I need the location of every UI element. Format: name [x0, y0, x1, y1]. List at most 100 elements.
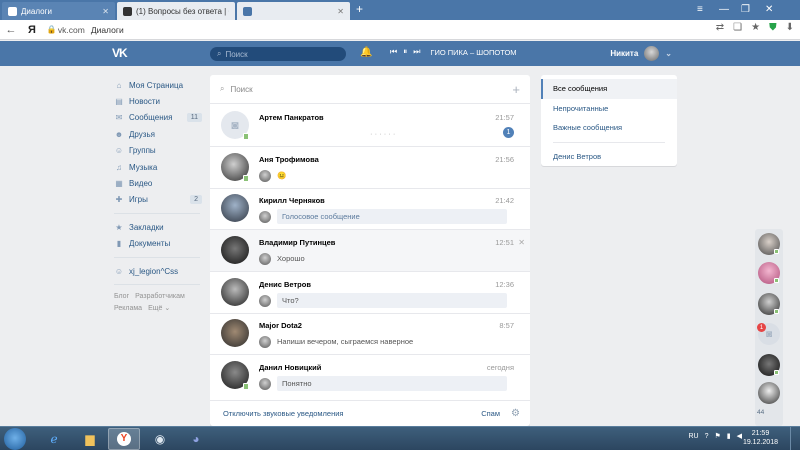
online-indicator	[243, 133, 249, 140]
avatar	[259, 210, 271, 223]
discord-icon[interactable]: ◕	[180, 428, 212, 450]
video-icon: ▦	[115, 179, 123, 189]
sidebar-item-group[interactable]: ☺ xj_legion^Css	[114, 263, 204, 279]
pause-icon[interactable]: ⏸	[403, 47, 407, 57]
new-tab-button[interactable]: +	[356, 2, 363, 16]
dialog-row[interactable]: Денис Ветров 12:36 Что?	[210, 272, 530, 314]
download-icon[interactable]: ⬇	[786, 22, 794, 33]
footer-link-developers[interactable]: Разработчикам	[135, 293, 185, 300]
sidebar-item-friends[interactable]: ☻ Друзья	[114, 126, 204, 142]
folder-icon[interactable]: ▆	[74, 428, 106, 450]
track-title[interactable]: ГИО ПИКА – ШОПОТОМ	[430, 48, 516, 57]
show-desktop-button[interactable]	[790, 427, 800, 450]
dialog-time: 12:36	[495, 280, 514, 289]
dialog-row[interactable]: Major Dota2 8:57 Напиши вечером, сыграем…	[210, 313, 530, 355]
start-button[interactable]	[4, 428, 26, 450]
dialog-row[interactable]: Владимир Путинцев 12:51 ✕ Хорошо	[210, 230, 530, 272]
vk-favicon-icon	[8, 6, 17, 16]
typing-indicator: · · · · · ·	[370, 129, 396, 138]
left-sidebar: ⌂ Моя Страница ▤ Новости ✉ Сообщения 11 ☻ Дру…	[114, 77, 204, 315]
dialog-row[interactable]: ◙ Артем Панкратов 21:57 · · · · · · 1	[210, 105, 530, 147]
url-field[interactable]: vk.com Диалоги	[58, 23, 124, 37]
footer-link-ads[interactable]: Реклама	[114, 305, 142, 312]
system-tray: RU ? ⚑ ▮ ◀	[688, 432, 742, 441]
vk-search-input[interactable]: ⌕ Поиск	[210, 47, 346, 61]
dialog-name: Аня Трофимова	[259, 155, 319, 164]
dialog-row[interactable]: Данил Новицкий сегодня Понятно	[210, 355, 530, 397]
mute-notifications-link[interactable]: Отключить звуковые уведомления	[223, 409, 343, 418]
online-indicator	[774, 309, 779, 314]
sidebar-item-groups[interactable]: ☺ Группы	[114, 143, 204, 159]
menu-icon[interactable]: ≡	[697, 4, 703, 15]
copy-icon[interactable]: ❏	[733, 22, 742, 33]
new-message-icon[interactable]: +	[512, 82, 520, 97]
shield-icon[interactable]: ⛊	[769, 22, 777, 33]
minimize-icon[interactable]: —	[719, 4, 729, 15]
tab-questions[interactable]: (1) Вопросы без ответа | Ст	[117, 2, 235, 20]
sidebar-item-messages[interactable]: ✉ Сообщения 11	[114, 110, 204, 126]
network-icon[interactable]: ▮	[727, 432, 731, 440]
dialogs-search-input[interactable]: ⌕ Поиск +	[210, 75, 530, 104]
previous-track-icon[interactable]: ⏮	[390, 47, 397, 57]
address-bar-tools: ⇄ ❏ ★ ⛊ ⬇	[716, 22, 794, 33]
footer-link-blog[interactable]: Блог	[114, 293, 129, 300]
vk-header: VK ⌕ Поиск 🔔 ⏮ ⏸ ⏭ ГИО ПИКА – ШОПОТОМ Ни…	[0, 41, 800, 66]
ie-icon[interactable]: ℯ	[38, 428, 70, 450]
message-text: 😐	[277, 171, 287, 180]
language-indicator[interactable]: RU	[688, 433, 698, 440]
documents-icon: ▮	[116, 239, 122, 249]
restore-icon[interactable]: ❐	[741, 4, 750, 15]
close-tab-icon[interactable]: ✕	[337, 7, 344, 16]
gear-icon[interactable]: ⚙	[511, 408, 520, 419]
sidebar-item-games[interactable]: ✚ Игры 2	[114, 192, 204, 208]
sidebar-divider	[114, 256, 200, 258]
lock-icon[interactable]: 🔒	[46, 25, 58, 34]
translate-icon[interactable]: ⇄	[716, 22, 724, 33]
yandex-browser-icon[interactable]: Y	[108, 428, 140, 450]
clock[interactable]: 21:59 19.12.2018	[743, 429, 778, 447]
tab-dialogs[interactable]: Диалоги ✕	[2, 2, 115, 20]
spam-link[interactable]: Спам	[481, 409, 500, 418]
dialogs-filter-panel: Все сообщения Непрочитанные Важные сообщ…	[541, 75, 677, 166]
chat-avatar[interactable]	[758, 382, 780, 404]
footer-link-more[interactable]: Ещё ⌄	[148, 305, 170, 312]
message-text: Голосовое сообщение	[277, 209, 507, 224]
close-window-icon[interactable]: ✕	[765, 4, 773, 15]
yandex-logo[interactable]: Я	[28, 24, 36, 36]
back-icon[interactable]: ←	[0, 24, 22, 36]
filter-contact[interactable]: Денис Ветров	[541, 147, 677, 167]
dialog-row[interactable]: Кирилл Черняков 21:42 Голосовое сообщени…	[210, 188, 530, 230]
steam-icon[interactable]: ◉	[144, 428, 176, 450]
avatar	[259, 377, 271, 390]
filter-unread[interactable]: Непрочитанные	[541, 99, 677, 119]
flag-icon[interactable]: ⚑	[714, 432, 720, 440]
filter-important[interactable]: Важные сообщения	[541, 118, 677, 138]
group-icon: ☺	[114, 266, 124, 276]
sidebar-item-my-page[interactable]: ⌂ Моя Страница	[114, 77, 204, 93]
vk-logo[interactable]: VK	[112, 46, 132, 60]
search-placeholder: Поиск	[230, 84, 253, 94]
next-track-icon[interactable]: ⏭	[413, 47, 420, 57]
bell-icon[interactable]: 🔔	[360, 47, 372, 58]
more-chats-count[interactable]: 44	[757, 409, 764, 416]
sidebar-item-bookmarks[interactable]: ★ Закладки	[114, 219, 204, 235]
dialog-last-message: Понятно	[259, 376, 507, 391]
user-menu[interactable]: Никита ⌄	[610, 46, 672, 61]
tab-vk[interactable]: ✕	[237, 2, 350, 20]
sidebar-item-news[interactable]: ▤ Новости	[114, 93, 204, 109]
sidebar-item-music[interactable]: ♫ Музыка	[114, 159, 204, 175]
sidebar-item-video[interactable]: ▦ Видео	[114, 175, 204, 191]
sidebar-item-documents[interactable]: ▮ Документы	[114, 236, 204, 252]
star-icon[interactable]: ★	[751, 22, 760, 33]
close-tab-icon[interactable]: ✕	[102, 7, 109, 16]
dialog-name: Денис Ветров	[259, 280, 311, 289]
dialog-row[interactable]: Аня Трофимова 21:56 😐	[210, 147, 530, 189]
search-icon: ⌕	[220, 84, 225, 93]
volume-icon[interactable]: ◀	[737, 432, 742, 440]
help-icon[interactable]: ?	[705, 433, 709, 440]
audio-player: ⏮ ⏸ ⏭ ГИО ПИКА – ШОПОТОМ	[390, 47, 517, 57]
close-icon[interactable]: ✕	[518, 238, 525, 247]
dialogs-footer: Отключить звуковые уведомления Спам ⚙	[210, 400, 530, 426]
chevron-down-icon: ⌄	[665, 49, 672, 58]
filter-all-messages[interactable]: Все сообщения	[541, 79, 677, 99]
